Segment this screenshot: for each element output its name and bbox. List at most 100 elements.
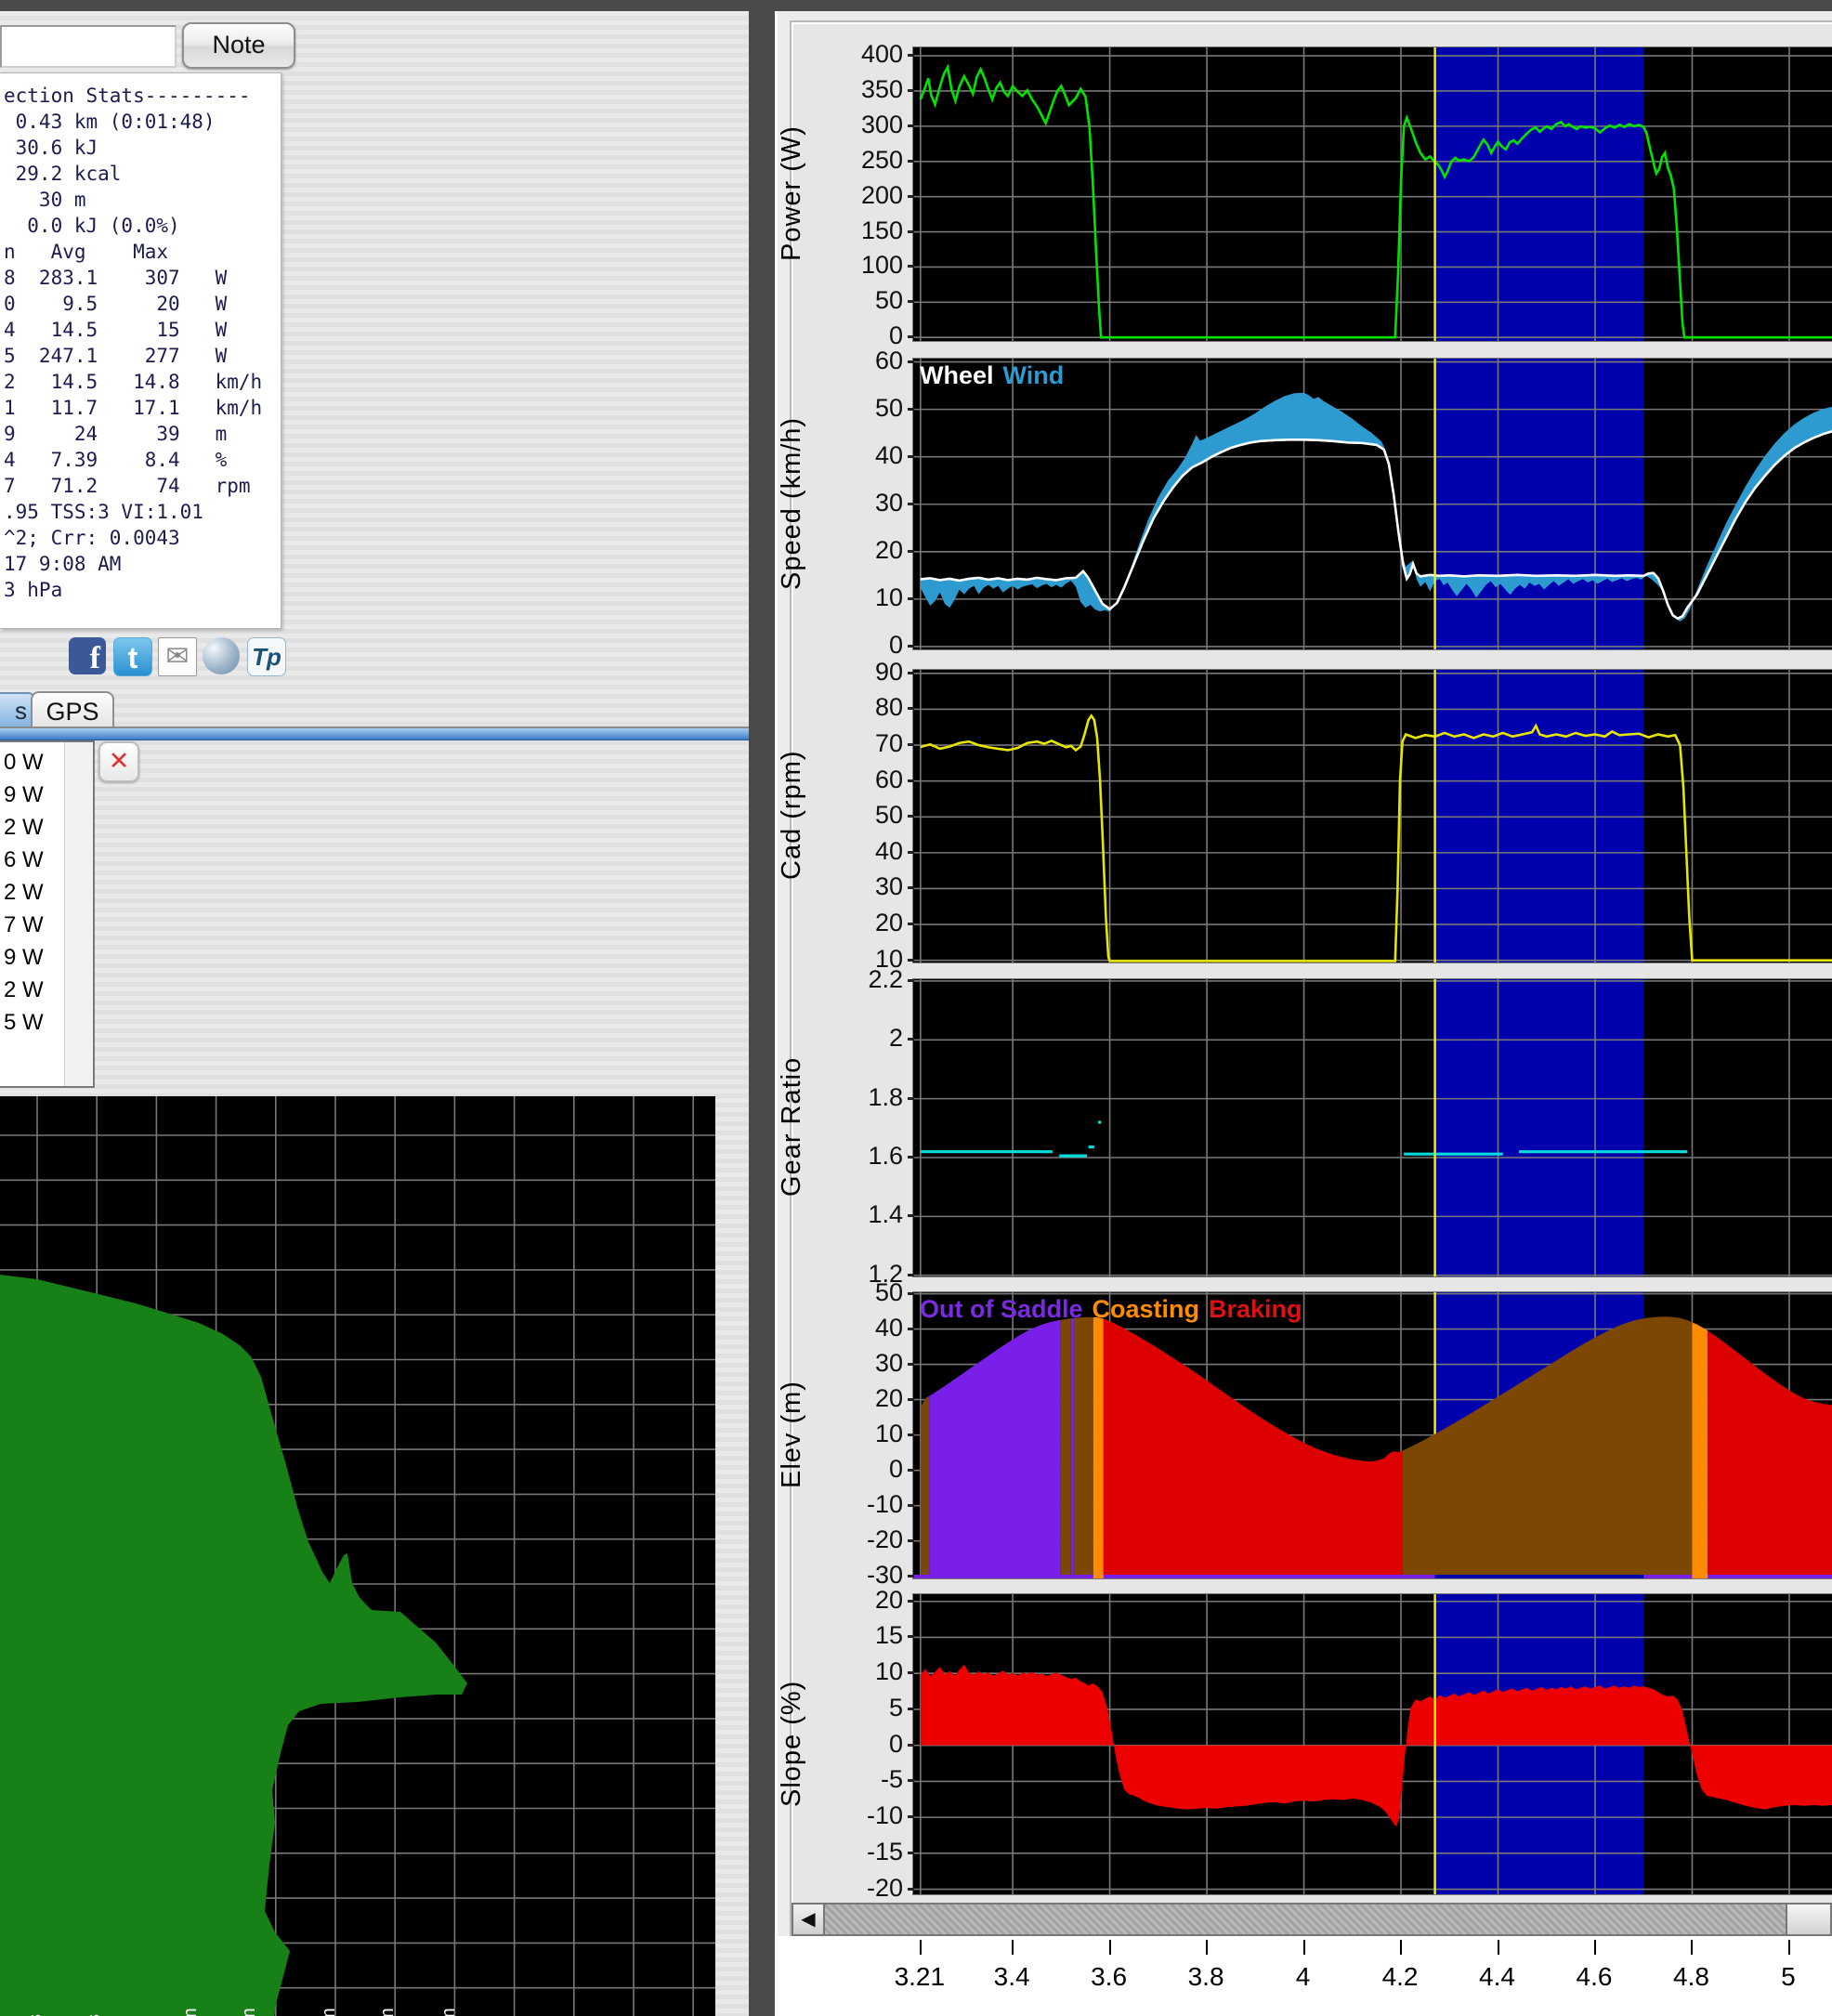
x-tick-mark [1594, 1940, 1596, 1955]
y-tick-mark [908, 1600, 914, 1603]
delete-selection-button[interactable]: ✕ [98, 741, 139, 782]
y-tick-label: 5 [810, 1694, 903, 1722]
y-tick-mark [908, 979, 914, 982]
y-tick-mark [908, 335, 914, 338]
profile-bottom-label: m [438, 2008, 459, 2016]
y-tick-mark [908, 779, 914, 782]
x-tick-label: 5 [1747, 1962, 1830, 1992]
y-tick-mark [908, 851, 914, 854]
axis-title-speed: Speed (km/h) [777, 358, 818, 648]
chart-plot-elev[interactable] [912, 1291, 1832, 1579]
legend-item: Braking [1209, 1295, 1302, 1323]
list-item[interactable]: 0 W [4, 750, 59, 782]
y-tick-mark [908, 54, 914, 57]
y-tick-mark [908, 160, 914, 163]
chart-plot-gear[interactable] [912, 978, 1832, 1277]
list-item[interactable]: 9 W [4, 782, 59, 815]
axis-title-slope: Slope (%) [777, 1593, 818, 1893]
x-tick-mark [1788, 1940, 1790, 1955]
baseline-overlay [1435, 1575, 1644, 1578]
chart-canvas-elev [913, 1292, 1832, 1578]
list-item[interactable]: 2 W [4, 815, 59, 847]
chart-canvas-speed [913, 359, 1832, 649]
y-tick-label: 50 [810, 394, 903, 423]
y-tick-label: 2 [810, 1024, 903, 1053]
axis-title-elev: Elev (m) [777, 1291, 818, 1577]
y-tick-label: 150 [810, 216, 903, 245]
y-tick-mark [908, 265, 914, 268]
section-stats-text: ection Stats--------- 0.43 km (0:01:48) … [4, 83, 281, 603]
note-input[interactable] [0, 25, 177, 68]
tab-gps[interactable]: GPS [31, 691, 114, 730]
y-tick-mark [908, 1274, 914, 1276]
y-tick-label: 250 [810, 146, 903, 175]
y-tick-mark [908, 124, 914, 127]
list-item[interactable]: 2 W [4, 977, 59, 1010]
x-tick-mark [1303, 1940, 1305, 1955]
legend-elev: Out of SaddleCoastingBraking [920, 1295, 1312, 1324]
y-tick-mark [908, 1708, 914, 1710]
panel-splitter[interactable] [749, 11, 778, 2016]
facebook-icon[interactable]: f [69, 637, 106, 674]
y-tick-mark [908, 645, 914, 648]
list-item[interactable]: 6 W [4, 847, 59, 880]
y-tick-label: 0 [810, 1730, 903, 1759]
scrollbar-thumb[interactable] [1786, 1905, 1830, 1934]
y-tick-label: 1.6 [810, 1142, 903, 1171]
y-tick-label: 60 [810, 347, 903, 375]
trainingpeaks-icon[interactable]: Tp [247, 637, 286, 676]
profile-bottom-label: m [319, 2008, 339, 2016]
x-tick-mark [1498, 1940, 1499, 1955]
ride-profile-chart: ssmmmmm [0, 1096, 715, 2016]
y-tick-mark [908, 195, 914, 198]
x-tick-label: 3.21 [878, 1962, 962, 1992]
list-item[interactable]: 5 W [4, 1010, 59, 1042]
x-tick-label: 4.2 [1358, 1962, 1442, 1992]
chart-plot-power[interactable] [912, 46, 1832, 342]
y-tick-mark [908, 1214, 914, 1217]
power-list[interactable]: 0 W9 W2 W6 W2 W7 W9 W2 W5 W [0, 740, 95, 1088]
chart-plot-speed[interactable] [912, 358, 1832, 650]
y-tick-mark [908, 300, 914, 303]
y-tick-mark [908, 672, 914, 674]
elevation-segment [921, 1396, 929, 1578]
twitter-icon[interactable]: t [113, 637, 152, 676]
list-scrollbar[interactable] [64, 742, 93, 1086]
y-tick-label: 70 [810, 729, 903, 758]
x-tick-label: 4 [1262, 1962, 1345, 1992]
list-item[interactable]: 9 W [4, 945, 59, 977]
y-tick-label: 350 [810, 75, 903, 104]
y-tick-mark [908, 1097, 914, 1100]
chart-plot-cad[interactable] [912, 669, 1832, 963]
y-tick-label: 20 [810, 536, 903, 565]
y-tick-mark [908, 1292, 914, 1295]
app-window: Note ection Stats--------- 0.43 km (0:01… [0, 0, 1832, 2016]
y-tick-label: -10 [810, 1801, 903, 1830]
google-earth-icon[interactable] [203, 637, 240, 674]
legend-item: Coasting [1093, 1295, 1200, 1323]
scroll-left-arrow-icon[interactable]: ◀ [793, 1905, 825, 1934]
y-tick-label: -5 [810, 1765, 903, 1794]
profile-bottom-label: m [180, 2008, 201, 2016]
profile-area [0, 1275, 467, 2016]
y-tick-mark [908, 503, 914, 505]
profile-bottom-label: m [239, 2008, 259, 2016]
legend-item: Wind [1003, 361, 1065, 389]
y-tick-mark [908, 1635, 914, 1638]
legend-speed: WheelWind [920, 361, 1073, 390]
y-tick-label: 20 [810, 909, 903, 937]
elevation-segment [1692, 1322, 1708, 1578]
chart-horizontal-scrollbar[interactable]: ◀ [792, 1903, 1832, 1936]
y-tick-mark [908, 230, 914, 233]
y-tick-mark [908, 1575, 914, 1577]
y-tick-mark [908, 707, 914, 710]
chart-plot-slope[interactable] [912, 1593, 1832, 1895]
y-tick-mark [908, 743, 914, 746]
list-item[interactable]: 7 W [4, 912, 59, 945]
note-button[interactable]: Note [182, 22, 295, 69]
list-item[interactable]: 2 W [4, 880, 59, 912]
x-tick-label: 3.6 [1067, 1962, 1151, 1992]
y-tick-mark [908, 1363, 914, 1366]
y-tick-mark [908, 1815, 914, 1818]
email-icon[interactable]: ✉ [158, 637, 197, 676]
